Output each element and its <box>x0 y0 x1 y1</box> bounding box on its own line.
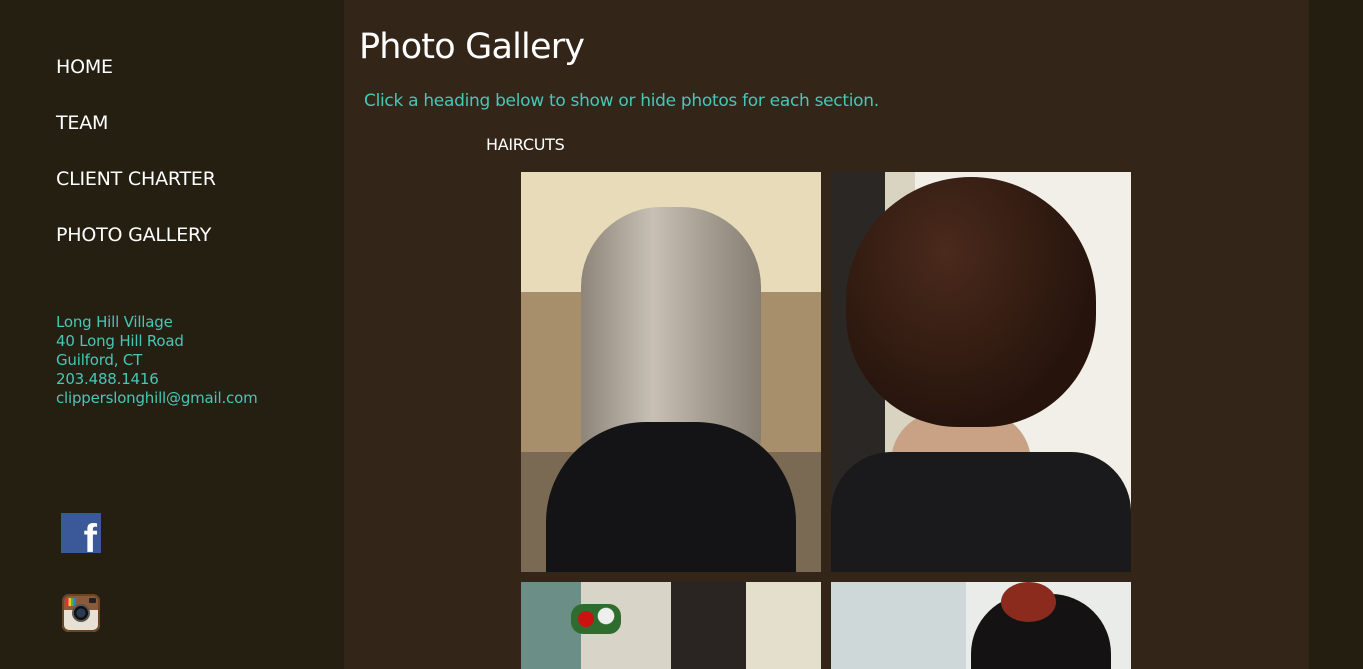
gallery-photo[interactable] <box>831 172 1131 572</box>
contact-info: Long Hill Village 40 Long Hill Road Guil… <box>56 313 258 408</box>
contact-email[interactable]: clipperslonghill@gmail.com <box>56 389 258 408</box>
sidebar: HOME TEAM CLIENT CHARTER PHOTO GALLERY L… <box>0 0 344 669</box>
gallery-photo[interactable] <box>521 582 821 669</box>
nav-item-team[interactable]: TEAM <box>56 111 216 135</box>
gallery-photo[interactable] <box>831 582 1131 669</box>
section-heading-haircuts[interactable]: HAIRCUTS <box>486 135 565 155</box>
contact-street: 40 Long Hill Road <box>56 332 184 350</box>
nav-item-photo-gallery[interactable]: PHOTO GALLERY <box>56 223 216 247</box>
page-title: Photo Gallery <box>359 27 585 67</box>
main-nav: HOME TEAM CLIENT CHARTER PHOTO GALLERY <box>56 55 216 279</box>
contact-phone[interactable]: 203.488.1416 <box>56 370 257 389</box>
page: HOME TEAM CLIENT CHARTER PHOTO GALLERY L… <box>0 0 1363 669</box>
main-content: Photo Gallery Click a heading below to s… <box>344 0 1309 669</box>
instagram-icon[interactable] <box>62 594 100 632</box>
gallery-instruction: Click a heading below to show or hide ph… <box>364 91 879 111</box>
nav-item-home[interactable]: HOME <box>56 55 216 79</box>
contact-place: Long Hill Village <box>56 313 173 331</box>
facebook-icon[interactable]: f <box>61 513 101 559</box>
page-margin <box>1309 0 1363 669</box>
contact-city: Guilford, CT <box>56 351 143 369</box>
nav-item-client-charter[interactable]: CLIENT CHARTER <box>56 167 216 191</box>
gallery-photo[interactable] <box>521 172 821 572</box>
